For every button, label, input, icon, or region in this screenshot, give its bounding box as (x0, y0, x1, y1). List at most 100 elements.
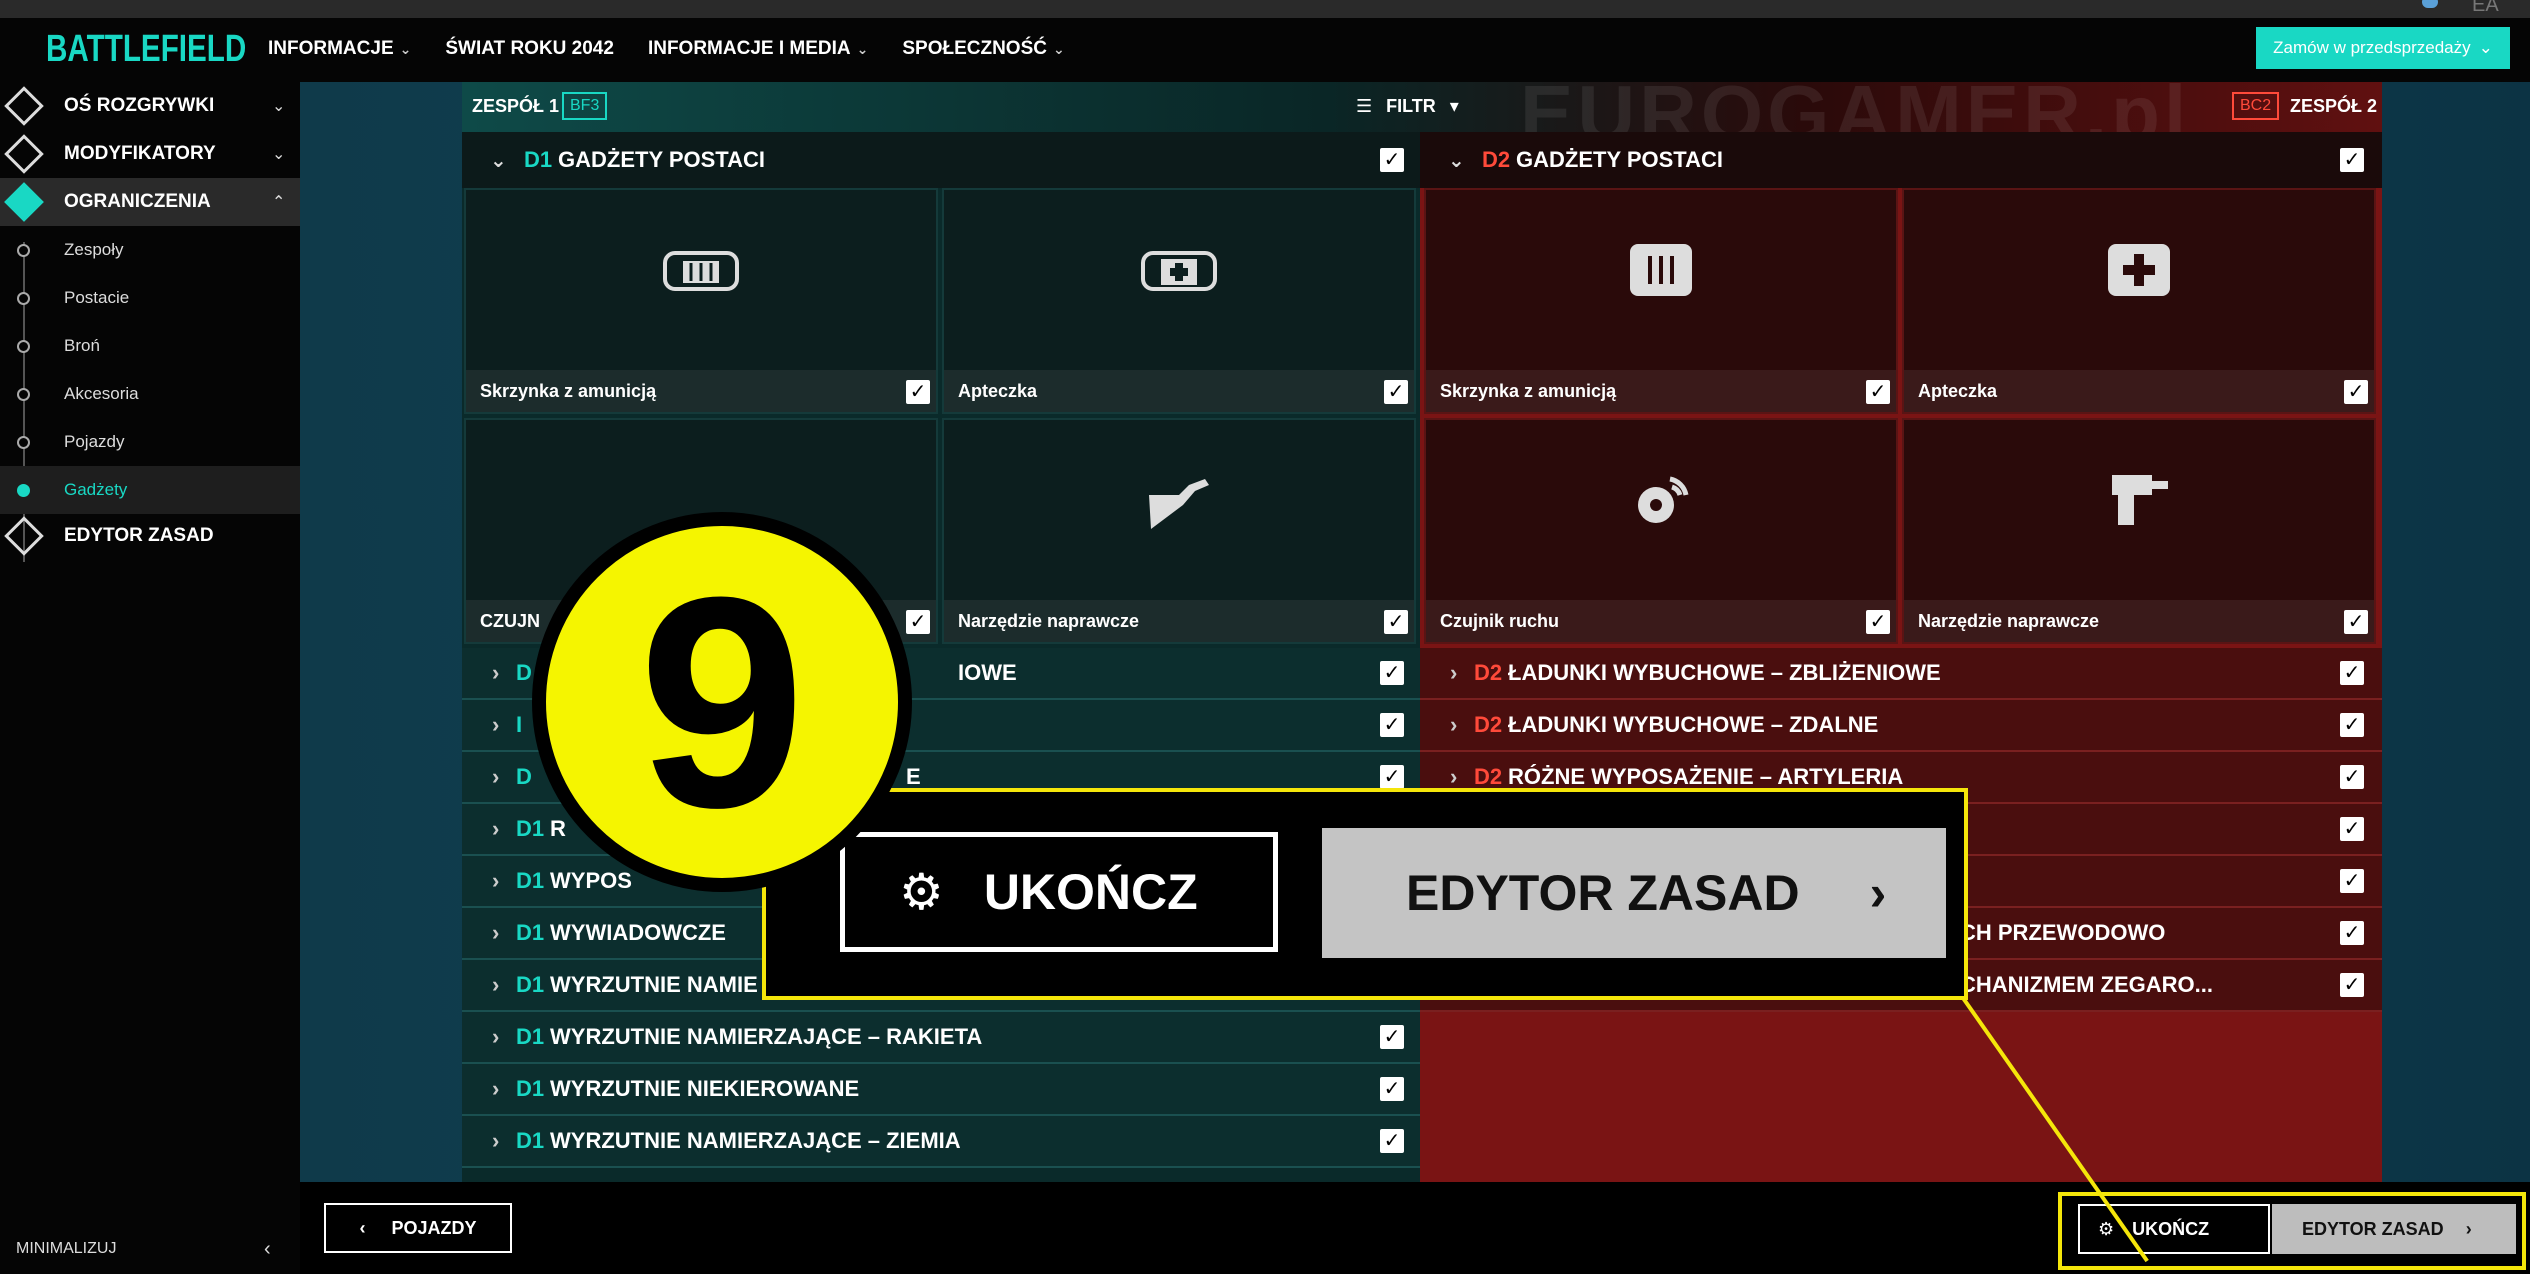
chevron-right-icon: › (492, 764, 500, 789)
node-icon (17, 435, 30, 449)
sidebar-item-modifiers[interactable]: MODYFIKATORY ⌄ (0, 130, 300, 178)
node-icon (17, 339, 30, 353)
checkbox[interactable]: ✓ (906, 610, 930, 634)
gadget-tile[interactable]: Skrzynka z amunicją ✓ (464, 188, 938, 414)
checkbox[interactable]: ✓ (1380, 1129, 1404, 1153)
team2-gadgets-header[interactable]: ⌄ D2 GADŻETY POSTACI ✓ (1420, 132, 2382, 188)
gadget-tile[interactable]: Narzędzie naprawcze ✓ (1902, 418, 2376, 644)
chevron-right-icon: › (492, 712, 500, 737)
chevron-down-icon: ⌄ (399, 40, 412, 57)
node-icon (17, 483, 30, 497)
chevron-right-icon: › (492, 816, 500, 841)
checkbox[interactable]: ✓ (2340, 921, 2364, 945)
chevron-right-icon: › (1450, 712, 1458, 737)
gadget-tile[interactable]: Apteczka ✓ (942, 188, 1416, 414)
checkbox[interactable]: ✓ (1866, 610, 1890, 634)
ea-logo: EA (2472, 0, 2499, 16)
gadget-tile[interactable]: Narzędzie naprawcze ✓ (942, 418, 1416, 644)
medkit-icon (1141, 251, 1217, 291)
main-menu: INFORMACJE ⌄ ŚWIAT ROKU 2042 INFORMACJE I… (268, 38, 1065, 60)
chevron-down-icon: ⌄ (2478, 38, 2493, 57)
node-icon (17, 387, 30, 401)
node-icon (17, 243, 30, 257)
nav-item-community[interactable]: SPOŁECZNOŚĆ ⌄ (902, 38, 1064, 60)
gadget-tile[interactable]: Apteczka ✓ (1902, 188, 2376, 414)
chevron-right-icon: › (492, 660, 500, 685)
list-item[interactable]: › D2 ŁADUNKI WYBUCHOWE – ZBLIŻENIOWE ✓ (1420, 648, 2382, 700)
checkbox[interactable]: ✓ (2340, 817, 2364, 841)
checkbox[interactable]: ✓ (1384, 380, 1408, 404)
team2-tag: BC2 (2232, 92, 2280, 120)
chevron-down-icon: ⌄ (490, 149, 507, 172)
checkbox[interactable]: ✓ (1866, 380, 1890, 404)
team1-label: ZESPÓŁ 1 (472, 96, 560, 116)
checkbox[interactable]: ✓ (2344, 610, 2368, 634)
medkit-icon (2108, 244, 2170, 296)
chevron-right-icon: › (492, 1076, 500, 1101)
gadget-label: Narzędzie naprawcze (944, 600, 1414, 642)
checkbox[interactable]: ✓ (2340, 661, 2364, 685)
sidebar-sub-teams[interactable]: Zespoły (0, 226, 300, 274)
gadget-label: Apteczka (1904, 370, 2374, 412)
list-item[interactable]: › D2 ŁADUNKI WYBUCHOWE – ZDALNE ✓ (1420, 700, 2382, 752)
repair-tool-icon (1149, 479, 1209, 529)
zoom-finish-button: ⚙ UKOŃCZ (840, 832, 1278, 952)
gadget-label: Czujnik ruchu (1426, 600, 1896, 642)
checkbox[interactable]: ✓ (1380, 148, 1404, 172)
checkbox[interactable]: ✓ (1380, 661, 1404, 685)
motion-sensor-icon (1638, 476, 1689, 523)
chevron-right-icon: › (1450, 764, 1458, 789)
sidebar-sub-gadgets[interactable]: Gadżety (0, 466, 300, 514)
gadget-label: Skrzynka z amunicją (466, 370, 936, 412)
chevron-left-icon[interactable]: ‹ (264, 1238, 271, 1261)
gadget-label: Narzędzie naprawcze (1904, 600, 2374, 642)
team1-gadgets-header[interactable]: ⌄ D1 GADŻETY POSTACI ✓ (462, 132, 1420, 188)
checkbox[interactable]: ✓ (1380, 765, 1404, 789)
sidebar-sub-attachments[interactable]: Akcesoria (0, 370, 300, 418)
ammo-crate-icon (663, 251, 739, 291)
sidebar-sub-characters[interactable]: Postacie (0, 274, 300, 322)
chevron-right-icon: › (492, 920, 500, 945)
list-item[interactable]: › D1 WYRZUTNIE NIEKIEROWANE ✓ (462, 1064, 1420, 1116)
checkbox[interactable]: ✓ (1380, 713, 1404, 737)
sidebar-item-gameplay-axis[interactable]: OŚ ROZGRYWKI ⌄ (0, 82, 300, 130)
filter-button[interactable]: ☰ FILTR ▾ (1356, 96, 1459, 117)
checkbox[interactable]: ✓ (2340, 765, 2364, 789)
node-icon (17, 291, 30, 305)
profile-dot-icon[interactable] (2422, 0, 2438, 8)
checkbox[interactable]: ✓ (2340, 869, 2364, 893)
checkbox[interactable]: ✓ (1380, 1025, 1404, 1049)
caret-down-icon: ▾ (1449, 96, 1459, 116)
checkbox[interactable]: ✓ (2340, 973, 2364, 997)
gadget-tile[interactable]: Czujnik ruchu ✓ (1424, 418, 1898, 644)
gadget-tile[interactable]: Skrzynka z amunicją ✓ (1424, 188, 1898, 414)
checkbox[interactable]: ✓ (2340, 148, 2364, 172)
checkbox[interactable]: ✓ (1384, 610, 1408, 634)
nav-item-media[interactable]: INFORMACJE I MEDIA ⌄ (648, 38, 868, 60)
nav-item-info[interactable]: INFORMACJE ⌄ (268, 38, 411, 60)
diamond-icon (4, 182, 44, 222)
nav-item-world[interactable]: ŚWIAT ROKU 2042 (445, 38, 614, 60)
list-item[interactable]: › D1 WYRZUTNIE NAMIERZAJĄCE – ZIEMIA ✓ (462, 1116, 1420, 1168)
sidebar-item-restrictions[interactable]: OGRANICZENIA ⌃ (0, 178, 300, 226)
chevron-right-icon: › (492, 1128, 500, 1153)
back-vehicles-button[interactable]: ‹ POJAZDY (324, 1203, 512, 1253)
zoom-rules-editor-button: EDYTOR ZASAD › (1322, 828, 1946, 958)
checkbox[interactable]: ✓ (2344, 380, 2368, 404)
checkbox[interactable]: ✓ (1380, 1077, 1404, 1101)
sidebar-sub-vehicles[interactable]: Pojazdy (0, 418, 300, 466)
chevron-left-icon: ‹ (359, 1217, 366, 1238)
chevron-right-icon: › (492, 1024, 500, 1049)
preorder-button[interactable]: Zamów w przedsprzedaży ⌄ (2256, 27, 2510, 69)
battlefield-logo[interactable]: BATTLEFIELD (46, 28, 246, 71)
sidebar-sub-weapons[interactable]: Broń (0, 322, 300, 370)
checkbox[interactable]: ✓ (2340, 713, 2364, 737)
diamond-icon (4, 516, 44, 556)
list-item[interactable]: › D1 WYRZUTNIE NAMIERZAJĄCE – RAKIETA ✓ (462, 1012, 1420, 1064)
browser-strip (0, 0, 2530, 18)
checkbox[interactable]: ✓ (906, 380, 930, 404)
chevron-down-icon: ⌄ (1448, 149, 1465, 172)
sidebar-item-rules-editor[interactable]: EDYTOR ZASAD (0, 512, 300, 560)
minimize-button[interactable]: MINIMALIZUJ (16, 1240, 116, 1258)
sidebar: OŚ ROZGRYWKI ⌄ MODYFIKATORY ⌄ OGRANICZEN… (0, 82, 300, 1274)
